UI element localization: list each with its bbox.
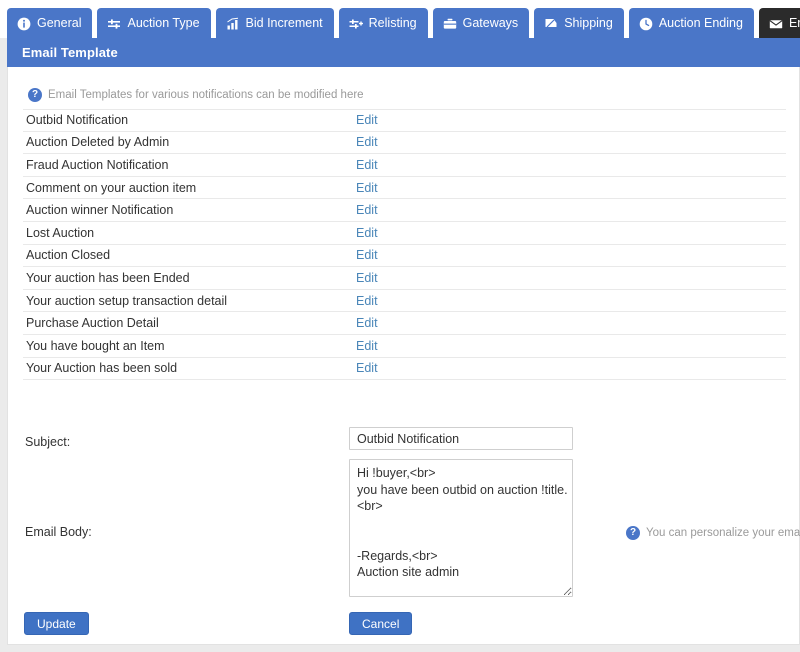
question-mark-icon: ? <box>626 526 640 540</box>
template-name: Your auction setup transaction detail <box>26 293 228 308</box>
page-title: Email Template <box>22 45 118 60</box>
edit-link[interactable]: Edit <box>356 203 378 217</box>
edit-link[interactable]: Edit <box>356 248 378 262</box>
table-row[interactable]: Comment on your auction item Edit <box>23 177 786 200</box>
bar-chart-icon <box>226 17 240 31</box>
email-body-label: Email Body: <box>25 525 92 539</box>
table-row[interactable]: Auction winner Notification Edit <box>23 199 786 222</box>
email-template-list: Outbid Notification Edit Auction Deleted… <box>23 109 786 381</box>
edit-link[interactable]: Edit <box>356 113 378 127</box>
sliders-plus-icon <box>349 17 363 31</box>
tab-label: Relisting <box>368 16 417 31</box>
email-body-textarea[interactable] <box>349 459 573 597</box>
info-icon <box>17 17 31 31</box>
tab-bid-increment[interactable]: Bid Increment <box>215 8 334 39</box>
tab-email-template[interactable]: Email Template <box>758 8 800 39</box>
tab-relisting[interactable]: Relisting <box>338 8 428 39</box>
table-row[interactable]: Your Auction has been sold Edit <box>23 358 786 381</box>
table-row[interactable]: Outbid Notification Edit <box>23 109 786 132</box>
template-name: Auction Deleted by Admin <box>26 135 170 150</box>
settings-page: General Auction Type Bid Increment Relis… <box>0 0 800 652</box>
tab-label: Email Template <box>788 16 800 31</box>
templates-hint: ? Email Templates for various notificati… <box>28 88 364 102</box>
templates-hint-text: Email Templates for various notification… <box>48 89 364 101</box>
table-row[interactable]: Lost Auction Edit <box>23 222 786 245</box>
briefcase-icon <box>443 17 457 31</box>
clock-icon <box>639 17 653 31</box>
table-row[interactable]: Auction Deleted by Admin Edit <box>23 132 786 155</box>
table-row[interactable]: Purchase Auction Detail Edit <box>23 312 786 335</box>
sliders-icon <box>107 17 121 31</box>
personalize-hint: ? You can personalize your emails using … <box>626 526 800 540</box>
cancel-button[interactable]: Cancel <box>349 612 413 635</box>
edit-link[interactable]: Edit <box>356 271 378 285</box>
subject-label: Subject: <box>25 435 71 449</box>
template-name: Your auction has been Ended <box>26 270 190 285</box>
tab-label: Bid Increment <box>245 16 323 31</box>
tab-label: General <box>37 16 82 31</box>
template-name: Purchase Auction Detail <box>26 316 159 331</box>
edit-link[interactable]: Edit <box>356 316 378 330</box>
tab-auction-type[interactable]: Auction Type <box>97 8 211 39</box>
edit-link[interactable]: Edit <box>356 226 378 240</box>
table-row[interactable]: You have bought an Item Edit <box>23 335 786 358</box>
table-row[interactable]: Your auction setup transaction detail Ed… <box>23 290 786 313</box>
table-row[interactable]: Fraud Auction Notification Edit <box>23 154 786 177</box>
tab-auction-ending[interactable]: Auction Ending <box>628 8 754 39</box>
tab-general[interactable]: General <box>7 8 93 39</box>
edit-link[interactable]: Edit <box>356 181 378 195</box>
edit-link[interactable]: Edit <box>356 294 378 308</box>
tab-label: Gateways <box>462 16 519 31</box>
edit-link[interactable]: Edit <box>356 361 378 375</box>
content-panel: ? Email Templates for various notificati… <box>7 67 800 645</box>
tab-label: Auction Ending <box>658 16 743 31</box>
edit-link[interactable]: Edit <box>356 158 378 172</box>
personalize-hint-text: You can personalize your emails using th <box>646 527 800 539</box>
envelope-icon <box>769 17 783 31</box>
subject-input[interactable] <box>349 427 573 450</box>
template-name: Fraud Auction Notification <box>26 157 169 172</box>
template-name: Outbid Notification <box>26 113 129 128</box>
template-name: Auction winner Notification <box>26 203 174 218</box>
edit-link[interactable]: Edit <box>356 135 378 149</box>
question-mark-icon: ? <box>28 88 42 102</box>
truck-icon <box>544 17 558 31</box>
tab-label: Shipping <box>564 16 613 31</box>
tab-label: Auction Type <box>127 16 200 31</box>
section-title-bar: Email Template <box>7 38 800 67</box>
tab-gateways[interactable]: Gateways <box>432 8 530 39</box>
tab-shipping[interactable]: Shipping <box>534 8 624 39</box>
template-name: Comment on your auction item <box>26 180 197 195</box>
table-row[interactable]: Your auction has been Ended Edit <box>23 267 786 290</box>
template-name: Your Auction has been sold <box>26 361 178 376</box>
edit-link[interactable]: Edit <box>356 339 378 353</box>
settings-tabstrip: General Auction Type Bid Increment Relis… <box>0 0 800 39</box>
template-name: Auction Closed <box>26 248 111 263</box>
template-name: You have bought an Item <box>26 338 165 353</box>
table-row[interactable]: Auction Closed Edit <box>23 245 786 268</box>
template-name: Lost Auction <box>26 225 95 240</box>
update-button[interactable]: Update <box>24 612 89 635</box>
